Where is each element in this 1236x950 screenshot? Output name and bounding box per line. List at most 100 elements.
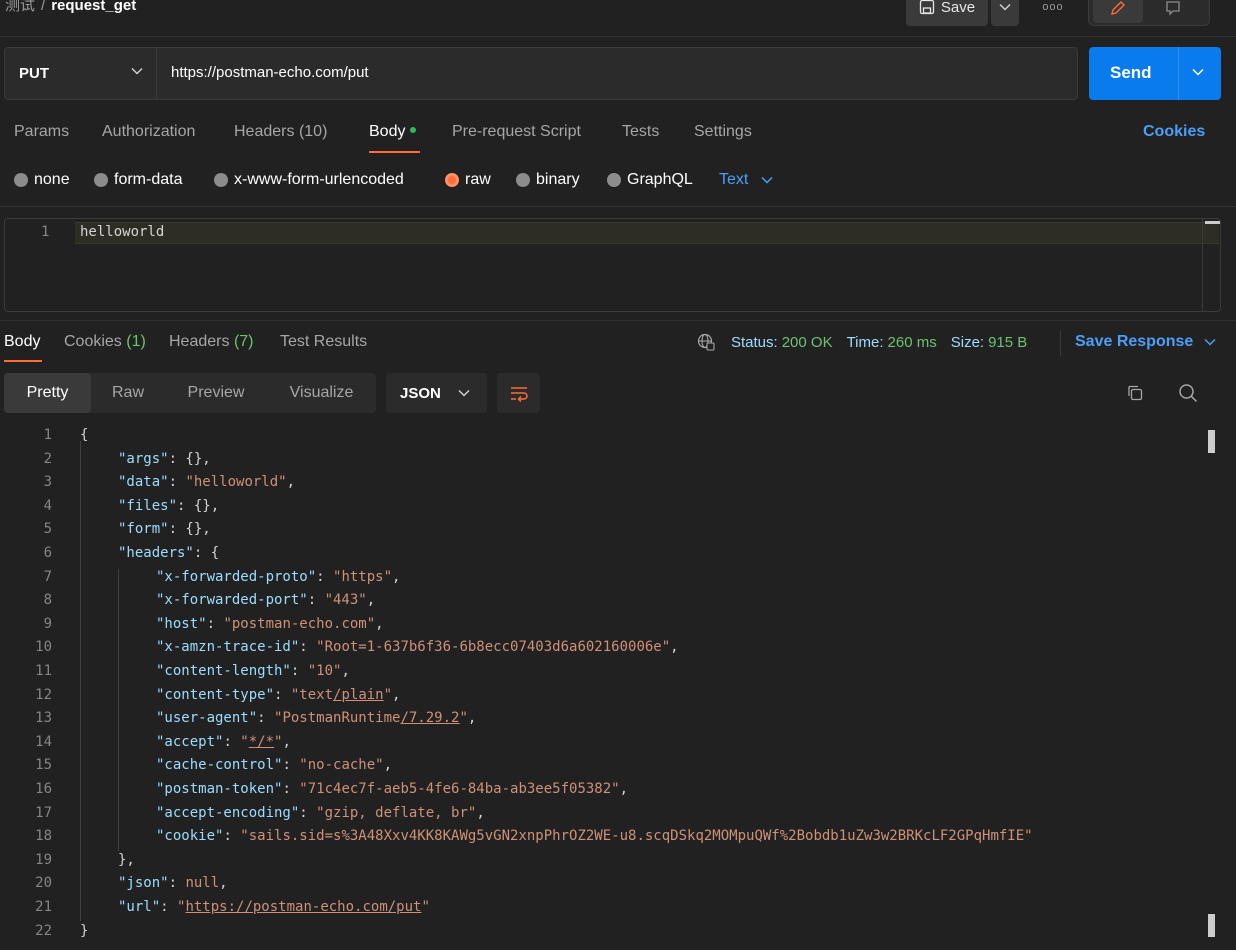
response-tab-cookies-count: (1): [126, 333, 146, 350]
code-text: "content-length": "10",: [156, 663, 350, 679]
response-scrollbar-top[interactable]: [1208, 430, 1215, 453]
breadcrumb-separator: /: [41, 0, 46, 14]
wrap-lines-icon: [510, 387, 528, 402]
radio-urlencoded[interactable]: x-www-form-urlencoded: [214, 171, 404, 189]
code-text: "json": null,: [118, 875, 228, 891]
raw-format-label: Text: [719, 171, 749, 188]
url-input[interactable]: https://postman-echo.com/put: [171, 64, 369, 81]
method-label: PUT: [19, 65, 49, 82]
tab-settings[interactable]: Settings: [694, 123, 752, 141]
view-tab-preview[interactable]: Preview: [165, 373, 267, 413]
search-icon[interactable]: [1178, 383, 1198, 403]
response-tab-headers[interactable]: Headers (7): [169, 333, 254, 351]
radio-raw[interactable]: raw: [445, 171, 491, 189]
json-key: "headers": [118, 545, 194, 561]
response-tab-body[interactable]: Body: [4, 333, 40, 351]
code-text: {: [80, 427, 88, 443]
line-number: 18: [35, 828, 52, 845]
copy-icon[interactable]: [1126, 384, 1144, 402]
response-tab-test-results[interactable]: Test Results: [280, 333, 367, 351]
code-link[interactable]: https://postman-echo.com/put: [185, 899, 421, 915]
size-value[interactable]: 915 B: [988, 334, 1027, 351]
code-link[interactable]: /plain: [333, 687, 384, 703]
json-key: "accept": [156, 733, 224, 750]
response-body-viewer[interactable]: 1{2 "args": {}, 3 "data": "helloworld", 4 "fi…: [0, 427, 1236, 950]
tab-tests[interactable]: Tests: [622, 123, 659, 141]
tab-headers[interactable]: Headers (10): [234, 123, 327, 141]
json-punct: :: [282, 781, 300, 797]
breadcrumb-request-name[interactable]: request_get: [51, 0, 136, 14]
tab-authorization[interactable]: Authorization: [102, 123, 195, 141]
json-punct: ,: [286, 474, 296, 491]
code-line: 11 "content-length": "10",: [0, 663, 1200, 687]
radio-none[interactable]: none: [14, 171, 70, 189]
code-line: 9 "host": "postman-echo.com",: [0, 616, 1200, 640]
radio-binary-label: binary: [536, 171, 580, 188]
status-label: Status:: [731, 333, 778, 351]
code-line: 1{: [0, 427, 1200, 451]
save-response-button[interactable]: Save Response: [1075, 333, 1216, 351]
code-text: "cookie": "sails.sid=s%3A48Xxv4KK8KAWg5v…: [156, 828, 1033, 844]
code-line: 18 "cookie": "sails.sid=s%3A48Xxv4KK8KAWg…: [0, 828, 1200, 852]
edit-mode-button[interactable]: [1093, 0, 1143, 23]
radio-urlencoded-label: x-www-form-urlencoded: [234, 171, 404, 188]
chevron-down-icon: [999, 3, 1011, 11]
editor-scrollbar[interactable]: [1205, 221, 1220, 224]
tab-pre-request-script[interactable]: Pre-request Script: [452, 123, 581, 141]
method-select[interactable]: PUT: [5, 48, 157, 99]
url-bar: PUT https://postman-echo.com/put: [4, 47, 1078, 100]
size-label: Size:: [950, 333, 985, 351]
tab-params[interactable]: Params: [14, 123, 69, 141]
line-number: 17: [35, 804, 52, 821]
request-tabs: Params Authorization Headers (10) Body P…: [0, 120, 1236, 158]
view-tab-visualize[interactable]: Visualize: [267, 373, 376, 413]
tab-body[interactable]: Body: [369, 123, 417, 141]
network-globe-icon[interactable]: [697, 333, 715, 351]
send-button[interactable]: Send: [1089, 47, 1221, 100]
breadcrumb: 测试 / request_get: [5, 0, 136, 15]
chevron-down-icon[interactable]: [1192, 68, 1204, 76]
line-number: 12: [35, 686, 52, 703]
json-key: "form": [118, 521, 169, 538]
json-punct: :: [299, 804, 317, 821]
send-label: Send: [1110, 63, 1152, 82]
radio-form-data[interactable]: form-data: [94, 171, 182, 189]
line-number: 8: [43, 592, 52, 609]
save-options-button[interactable]: [991, 0, 1019, 26]
json-punct: :: [168, 474, 186, 491]
json-punct: ,: [366, 592, 376, 609]
view-tab-pretty[interactable]: Pretty: [4, 373, 91, 413]
wrap-lines-button[interactable]: [497, 373, 540, 413]
save-button[interactable]: Save: [906, 0, 988, 26]
code-line: 6 "headers": {: [0, 545, 1200, 569]
view-tab-raw[interactable]: Raw: [91, 373, 165, 413]
more-actions-button[interactable]: ooo: [1036, 0, 1070, 26]
request-body-editor[interactable]: 1 helloworld: [4, 218, 1221, 312]
time-value[interactable]: 260 ms: [888, 334, 937, 351]
code-line: 17 "accept-encoding": "gzip, deflate, br"…: [0, 805, 1200, 829]
json-value: null: [185, 875, 220, 892]
json-value: "10": [307, 663, 342, 679]
response-tab-cookies[interactable]: Cookies (1): [64, 333, 146, 351]
code-link[interactable]: /7.29.2: [400, 710, 459, 726]
radio-graphql[interactable]: GraphQL: [607, 171, 693, 189]
code-link[interactable]: */*: [249, 734, 274, 750]
raw-format-select[interactable]: Text: [719, 171, 773, 189]
json-value: ": [240, 733, 249, 750]
cookies-link[interactable]: Cookies: [1143, 123, 1205, 141]
radio-binary[interactable]: binary: [516, 171, 580, 189]
code-text: "accept": "*/*",: [156, 734, 291, 750]
code-line: 10 "x-amzn-trace-id": "Root=1-637b6f36-6b…: [0, 639, 1200, 663]
tab-body-label: Body: [369, 123, 406, 140]
breadcrumb-collection[interactable]: 测试: [5, 0, 35, 14]
response-format-select[interactable]: JSON: [386, 373, 487, 413]
line-number: 14: [35, 733, 52, 750]
request-body-text[interactable]: helloworld: [80, 224, 164, 240]
json-punct: ,: [341, 663, 350, 679]
response-scrollbar-bottom[interactable]: [1208, 914, 1215, 937]
json-value: "no-cache": [299, 757, 384, 774]
status-value[interactable]: 200 OK: [782, 334, 833, 351]
comments-button[interactable]: [1149, 0, 1197, 23]
radio-circle: [516, 173, 530, 187]
line-number: 20: [35, 875, 52, 892]
